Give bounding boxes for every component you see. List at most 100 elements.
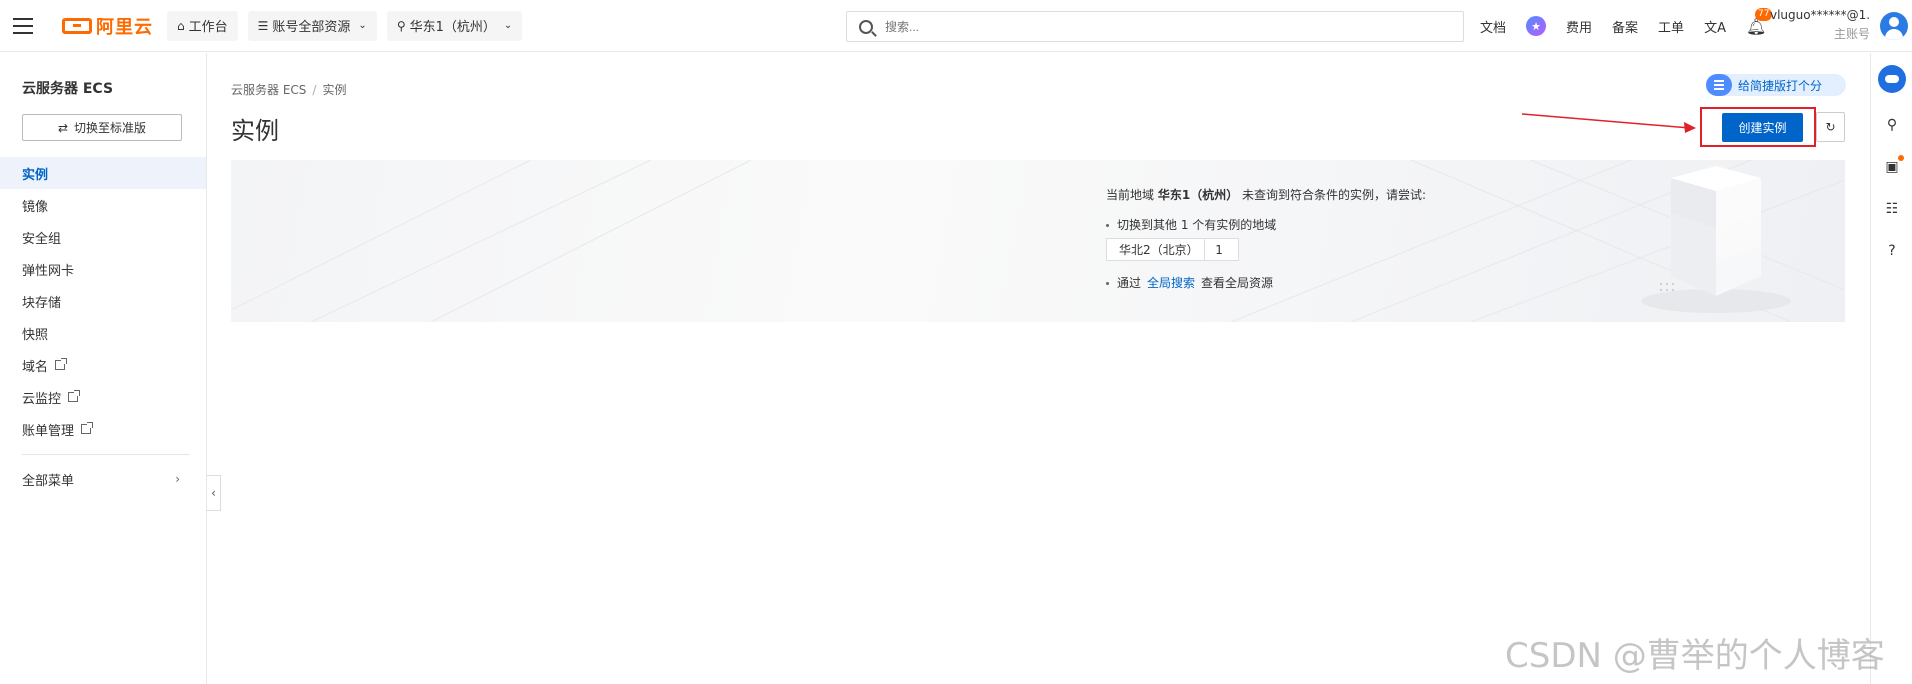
switch-label: 切换至标准版 [74, 121, 147, 135]
search-icon [859, 19, 873, 34]
logo-text: 阿里云 [96, 16, 153, 38]
page-title: 实例 [231, 117, 279, 145]
shop-icon[interactable]: ▣ [1882, 155, 1904, 177]
nav-billing[interactable]: 费用 [1566, 17, 1592, 36]
switch-icon: ⇄ [57, 120, 69, 135]
breadcrumb-instances: 实例 [322, 83, 347, 97]
sidebar-item-label: 账单管理 [22, 423, 75, 439]
sidebar-item-billing[interactable]: 账单管理 [0, 413, 206, 445]
location-icon: ⚲ [396, 18, 406, 33]
region-dropdown[interactable]: ⚲ 华东1（杭州） ⌄ [386, 10, 523, 41]
sidebar-item-label: 块存储 [22, 295, 62, 311]
breadcrumb-ecs[interactable]: 云服务器 ECS [231, 83, 306, 97]
tip-global-search: 通过 全局搜索 查看全局资源 [1106, 274, 1273, 291]
region-option-name: 华北2（北京） [1119, 243, 1199, 257]
sidebar-item-block-storage[interactable]: 块存储 [0, 285, 206, 317]
language-icon[interactable]: 文A [1704, 17, 1726, 36]
avatar[interactable] [1880, 12, 1908, 40]
external-link-icon [81, 422, 94, 434]
region-option-beijing[interactable]: 华北2（北京） 1 [1106, 238, 1239, 261]
workbench-label: 工作台 [188, 20, 228, 35]
tip2-suffix: 查看全局资源 [1201, 276, 1274, 290]
assistant-robot-icon[interactable] [1878, 65, 1906, 93]
refresh-icon: ↻ [1825, 120, 1836, 134]
annotation-arrow [1521, 113, 1696, 133]
chevron-down-icon: ⌄ [503, 20, 513, 31]
all-menu-label: 全部菜单 [22, 473, 75, 489]
empty-message: 当前地域 华东1（杭州） 未查询到符合条件的实例，请尝试: [1106, 186, 1426, 203]
external-link-icon [55, 358, 68, 370]
breadcrumb-separator: / [312, 83, 317, 97]
sidebar-item-security-groups[interactable]: 安全组 [0, 221, 206, 253]
region-label: 华东1（杭州） [409, 20, 496, 35]
right-nav: 文档 ★ 费用 备案 工单 文A 🔔︎ 77 [1480, 0, 1786, 52]
workbench-button[interactable]: ⌂ 工作台 [167, 10, 238, 41]
feedback-button[interactable]: 给简捷版打个分 [1706, 74, 1846, 96]
feedback-label: 给简捷版打个分 [1738, 78, 1823, 93]
resource-scope-label: 账号全部资源 [272, 20, 351, 35]
tip2-prefix: 通过 [1117, 276, 1142, 290]
notification-bell-icon[interactable]: 🔔︎ 77 [1746, 7, 1773, 36]
ai-assistant-icon[interactable]: ★ [1526, 16, 1547, 36]
chevron-left-icon: ‹ [211, 486, 216, 500]
sidebar-item-label: 弹性网卡 [22, 263, 75, 279]
user-info[interactable]: vluguo******@1... 主账号 [1770, 8, 1870, 42]
refresh-button[interactable]: ↻ [1816, 112, 1845, 142]
sidebar-item-domains[interactable]: 域名 [0, 349, 206, 381]
right-tool-rail: ⚲ ▣ ☷ ? [1870, 53, 1912, 684]
sidebar-item-label: 域名 [22, 359, 49, 375]
feedback-icon [1706, 74, 1732, 96]
sidebar-item-images[interactable]: 镜像 [0, 189, 206, 221]
bullet-icon [1106, 282, 1109, 285]
nav-docs[interactable]: 文档 [1480, 17, 1506, 36]
sidebar-collapse-button[interactable]: ‹ [207, 475, 221, 511]
sidebar-divider [22, 454, 190, 455]
chevron-down-icon: ⌄ [358, 20, 367, 31]
sidebar: 云服务器 ECS ⇄ 切换至标准版 实例 镜像 安全组 弹性网卡 块存储 快照 … [0, 53, 207, 684]
notification-dot [1898, 155, 1904, 161]
all-menu-item[interactable]: 全部菜单 › [0, 463, 206, 495]
external-link-icon [68, 390, 81, 402]
resource-scope-dropdown[interactable]: ☰ 账号全部资源 ⌄ [247, 10, 377, 41]
sidebar-item-label: 快照 [22, 327, 49, 343]
sidebar-title: 云服务器 ECS [22, 81, 114, 97]
empty-prefix: 当前地域 [1106, 188, 1155, 202]
search-box[interactable] [846, 11, 1464, 42]
empty-state-panel: 当前地域 华东1（杭州） 未查询到符合条件的实例，请尝试: 切换到其他 1 个有… [231, 160, 1845, 322]
bullet-icon [1106, 224, 1109, 227]
user-role: 主账号 [1833, 27, 1870, 41]
search-icon[interactable]: ⚲ [1882, 115, 1902, 135]
global-search-link[interactable]: 全局搜索 [1147, 276, 1195, 290]
switch-standard-button[interactable]: ⇄ 切换至标准版 [22, 114, 182, 141]
region-option-count: 1 [1204, 239, 1238, 260]
sidebar-item-instances[interactable]: 实例 [0, 157, 206, 189]
aliyun-logo[interactable]: 阿里云 [62, 0, 153, 52]
watermark: CSDN @曹举的个人博客 [1505, 636, 1885, 676]
create-instance-button[interactable]: 创建实例 [1722, 113, 1803, 142]
sidebar-item-label: 云监控 [22, 391, 62, 407]
sidebar-item-eni[interactable]: 弹性网卡 [0, 253, 206, 285]
chevron-right-icon: › [175, 472, 180, 486]
home-icon: ⌂ [177, 18, 185, 33]
server-cube-illustration [1641, 166, 1791, 313]
panel-background-pattern [231, 160, 1845, 322]
tip-switch-region: 切换到其他 1 个有实例的地域 [1106, 216, 1276, 233]
nav-icp[interactable]: 备案 [1612, 17, 1638, 36]
current-region: 华东1（杭州） [1157, 188, 1239, 202]
sidebar-item-label: 镜像 [22, 199, 49, 215]
aliyun-logo-icon [62, 17, 92, 34]
sidebar-item-snapshots[interactable]: 快照 [0, 317, 206, 349]
nav-ticket[interactable]: 工单 [1658, 17, 1684, 36]
list-icon[interactable]: ☷ [1882, 199, 1902, 219]
menu-icon[interactable] [0, 0, 46, 52]
help-icon[interactable]: ? [1882, 241, 1902, 261]
server-icon: ☰ [257, 18, 269, 33]
user-name: vluguo******@1... [1770, 8, 1870, 22]
empty-suffix: 未查询到符合条件的实例，请尝试: [1242, 188, 1427, 202]
search-input[interactable] [885, 19, 1405, 34]
sidebar-menu: 实例 镜像 安全组 弹性网卡 块存储 快照 域名 云监控 账单管理 [0, 157, 206, 445]
sidebar-item-label: 安全组 [22, 231, 62, 247]
sidebar-item-cloud-monitor[interactable]: 云监控 [0, 381, 206, 413]
top-navigation-bar: 阿里云 ⌂ 工作台 ☰ 账号全部资源 ⌄ ⚲ 华东1（杭州） ⌄ 文档 ★ 费用… [0, 0, 1912, 52]
breadcrumb: 云服务器 ECS / 实例 [231, 81, 346, 98]
